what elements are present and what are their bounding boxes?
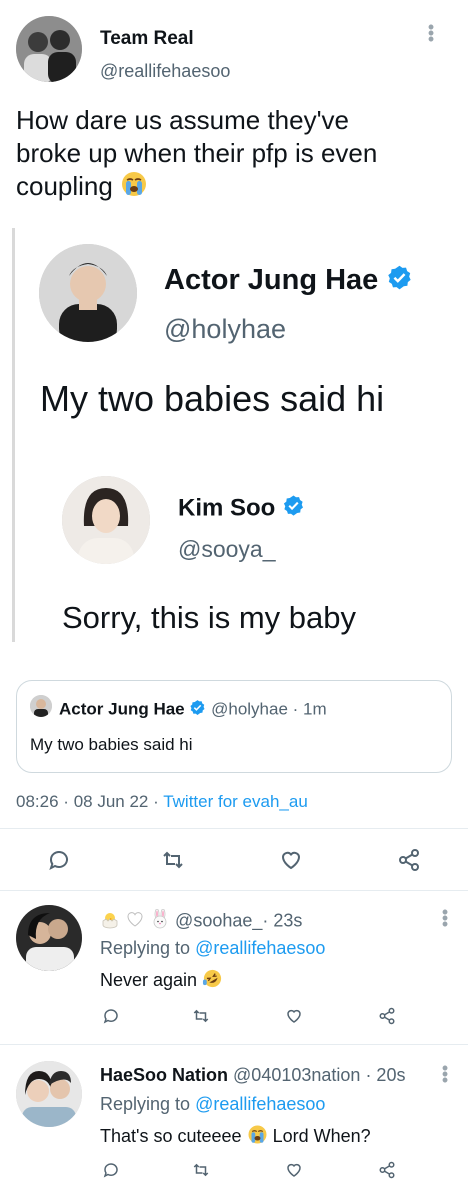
- timestamp-time: 08:26: [16, 792, 59, 811]
- reply-button[interactable]: [100, 1005, 122, 1027]
- tweet-text-line: How dare us assume they've: [16, 105, 350, 135]
- tweet-image[interactable]: Actor Jung Hae @holyhae My two babies sa…: [12, 228, 456, 648]
- hatching-chick-icon: [100, 909, 120, 934]
- image-post1-name: Actor Jung Hae: [164, 264, 413, 299]
- like-icon: [287, 1009, 301, 1023]
- image-post1-handle: @holyhae: [164, 314, 286, 344]
- share-button[interactable]: [394, 845, 424, 875]
- retweet-button[interactable]: [158, 845, 188, 875]
- like-icon: [281, 851, 301, 870]
- verified-badge-icon: [386, 264, 413, 299]
- divider: [0, 828, 468, 829]
- reply-icon: [103, 1009, 118, 1024]
- replying-to: Replying to @reallifehaesoo: [100, 1094, 326, 1114]
- reply-button[interactable]: [100, 1159, 122, 1181]
- replying-to: Replying to @reallifehaesoo: [100, 938, 326, 958]
- white-heart-icon: [125, 909, 145, 934]
- reply-text: Never again: [100, 968, 223, 994]
- like-icon: [287, 1163, 301, 1177]
- reply-time: · 20s: [365, 1065, 406, 1085]
- retweet-icon: [193, 1163, 209, 1177]
- reply-handle[interactable]: @040103nation: [233, 1065, 360, 1085]
- rolling-on-floor-laughing-emoji: [202, 968, 223, 994]
- like-button[interactable]: [276, 845, 306, 875]
- retweet-icon: [163, 851, 183, 869]
- reply-header: HaeSoo Nation @040103nation · 20s: [100, 1065, 405, 1086]
- quoted-tweet[interactable]: Actor Jung Hae @holyhae · 1m My two babi…: [16, 680, 452, 773]
- tweet-timestamp: 08:26 · 08 Jun 22 · Twitter for evah_au: [16, 792, 308, 811]
- retweet-button[interactable]: [190, 1159, 212, 1181]
- quoted-text: My two babies said hi: [30, 735, 193, 754]
- retweet-icon: [193, 1009, 209, 1023]
- tweet-text-line: broke up when their pfp is even: [16, 138, 378, 168]
- verified-badge-icon: [189, 699, 206, 721]
- reply-icon: [49, 851, 68, 870]
- share-icon: [379, 1007, 395, 1025]
- verified-badge-icon: [282, 494, 305, 524]
- share-icon: [379, 1161, 395, 1179]
- quoted-avatar: [30, 695, 52, 717]
- reply-tweet[interactable]: @soohae_· 23s Replying to @reallifehaeso…: [0, 891, 468, 1043]
- like-button[interactable]: [283, 1005, 305, 1027]
- image-post2-handle: @sooya_: [178, 536, 276, 562]
- image-avatar-kim-soo: [62, 476, 150, 564]
- rabbit-face-icon: [150, 908, 170, 934]
- timestamp-date: 08 Jun 22: [73, 792, 149, 811]
- quoted-handle: @holyhae: [211, 699, 288, 719]
- quoted-header: Actor Jung Hae @holyhae · 1m: [59, 699, 327, 721]
- author-handle[interactable]: @reallifehaesoo: [100, 61, 230, 82]
- more-options-icon[interactable]: • • •: [426, 18, 436, 48]
- reply-text: That's so cuteeee Lord When?: [100, 1124, 371, 1150]
- share-button[interactable]: [376, 1159, 398, 1181]
- reply-icon: [103, 1163, 118, 1178]
- retweet-button[interactable]: [190, 1005, 212, 1027]
- quoted-time: · 1m: [292, 699, 327, 719]
- tweet-text: How dare us assume they've broke up when…: [16, 104, 456, 206]
- image-post2-text: Sorry, this is my baby: [62, 600, 357, 635]
- share-button[interactable]: [376, 1005, 398, 1027]
- avatar-team-real[interactable]: [16, 16, 82, 82]
- reply-avatar[interactable]: [16, 905, 82, 971]
- reply-handle[interactable]: @soohae_: [175, 910, 262, 930]
- replying-to-link[interactable]: @reallifehaesoo: [195, 938, 325, 958]
- replying-to-link[interactable]: @reallifehaesoo: [195, 1094, 325, 1114]
- crying-face-emoji: [120, 170, 148, 206]
- tweet-text-line: coupling: [16, 170, 456, 206]
- image-post1-text: My two babies said hi: [40, 378, 385, 419]
- tweet-source-link[interactable]: Twitter for evah_au: [163, 792, 308, 811]
- image-left-border: [12, 228, 15, 642]
- quoted-display-name: Actor Jung Hae: [59, 699, 185, 719]
- image-avatar-actor-jung-hae: [39, 244, 137, 342]
- crying-face-emoji: [247, 1124, 268, 1150]
- like-button[interactable]: [283, 1159, 305, 1181]
- reply-avatar[interactable]: [16, 1061, 82, 1127]
- share-icon: [399, 849, 419, 871]
- author-display-name[interactable]: Team Real: [100, 28, 194, 50]
- reply-button[interactable]: [44, 845, 74, 875]
- reply-header: @soohae_· 23s: [100, 908, 303, 934]
- image-post2-name: Kim Soo: [178, 494, 305, 524]
- more-options-icon[interactable]: • • •: [440, 903, 450, 933]
- reply-tweet[interactable]: HaeSoo Nation @040103nation · 20s • • • Re…: [0, 1045, 468, 1200]
- reply-display-name[interactable]: HaeSoo Nation: [100, 1065, 228, 1085]
- reply-time: · 23s: [262, 910, 303, 931]
- more-options-icon[interactable]: • • •: [440, 1059, 450, 1089]
